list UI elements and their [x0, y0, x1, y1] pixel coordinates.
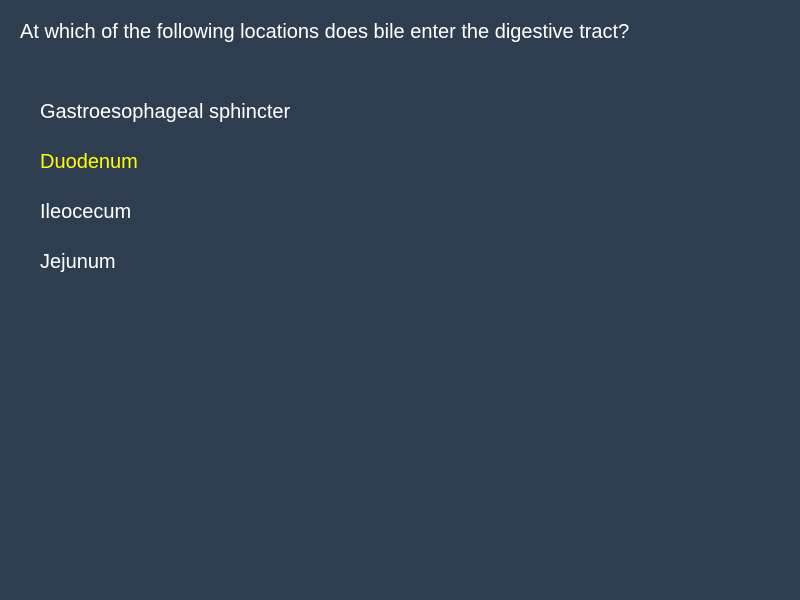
question-text: At which of the following locations does…: [20, 21, 630, 43]
answer-option-jejunum[interactable]: Jejunum: [40, 250, 290, 274]
answer-option-duodenum[interactable]: Duodenum: [40, 150, 290, 174]
answer-option-ileocecum[interactable]: Ileocecum: [40, 200, 290, 224]
answer-option-gastroesophageal-sphincter[interactable]: Gastroesophageal sphincter: [40, 100, 290, 124]
answer-options-list: Gastroesophageal sphincter Duodenum Ileo…: [40, 100, 290, 300]
